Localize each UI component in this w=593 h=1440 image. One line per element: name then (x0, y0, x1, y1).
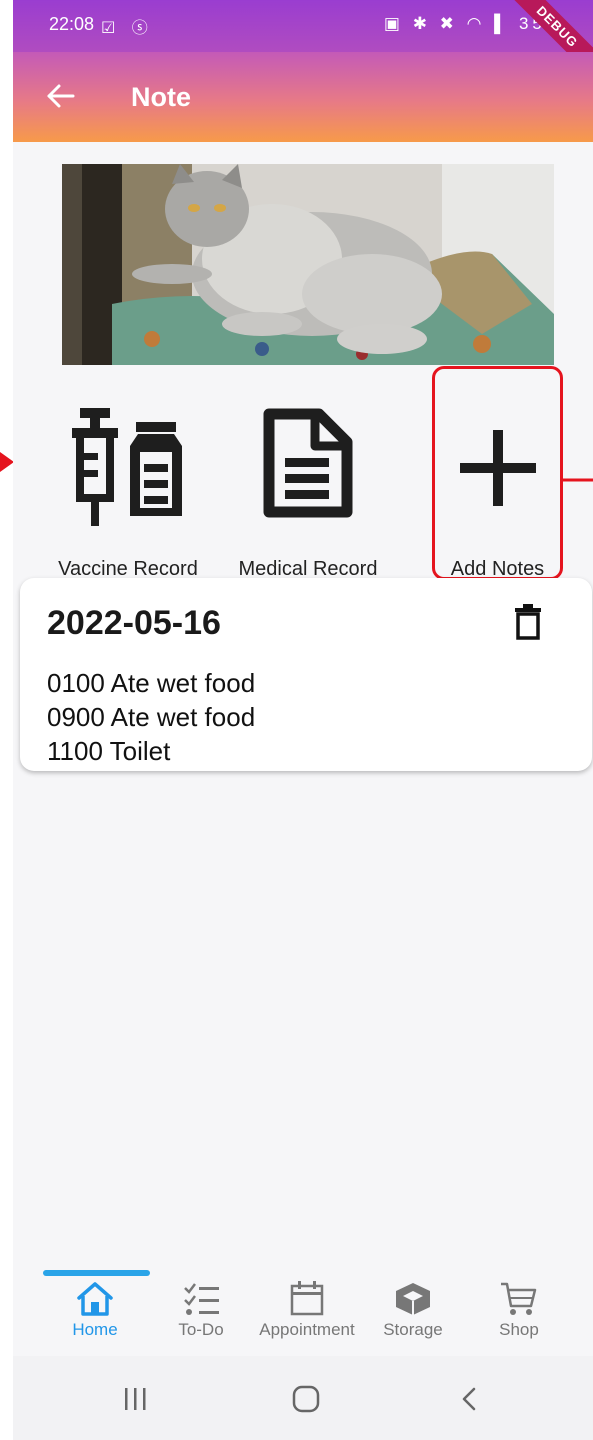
trash-icon[interactable] (514, 604, 542, 640)
back-arrow-icon[interactable] (41, 76, 81, 116)
bottom-navigation: Home To-Do Appointment Storage Shop (13, 1266, 593, 1356)
box-icon (396, 1283, 430, 1315)
document-icon (263, 408, 353, 518)
nav-active-indicator (43, 1270, 150, 1276)
note-date: 2022-05-16 (47, 604, 221, 642)
cart-icon (501, 1282, 537, 1315)
right-annotation-line (563, 478, 593, 482)
nav-item-storage[interactable]: Storage (358, 1280, 468, 1340)
status-bar: 22:08 ☑ ⓢ ▣ ✱ ✖ ◠ ▌ 35% DEBUG (13, 0, 593, 85)
status-time: 22:08 (49, 14, 95, 34)
checklist-icon (184, 1283, 219, 1315)
home-button-icon[interactable] (291, 1384, 321, 1414)
recent-apps-icon[interactable] (123, 1386, 147, 1412)
add-notes-highlight-box (432, 366, 563, 580)
nav-label-appointment: Appointment (259, 1320, 355, 1339)
nav-item-appointment[interactable]: Appointment (252, 1280, 362, 1340)
status-notification-icons: ☑ ⓢ (101, 20, 154, 37)
nav-item-home[interactable]: Home (40, 1280, 150, 1340)
note-line: 0100 Ate wet food (47, 668, 256, 698)
vaccine-record-button[interactable]: Vaccine Record (40, 378, 216, 580)
pet-photo (62, 164, 554, 365)
note-line: 0900 Ate wet food (47, 702, 256, 732)
status-system-icons: ▣ ✱ ✖ ◠ ▌ (383, 14, 511, 33)
nav-item-shop[interactable]: Shop (464, 1280, 574, 1340)
system-navigation-bar (13, 1356, 593, 1440)
nav-label-storage: Storage (383, 1320, 443, 1339)
note-card[interactable]: 2022-05-16 0100 Ate wet food 0900 Ate we… (20, 578, 592, 771)
nav-item-todo[interactable]: To-Do (146, 1280, 256, 1340)
calendar-icon (290, 1281, 324, 1316)
medical-record-button[interactable]: Medical Record (223, 378, 393, 580)
page-title: Note (131, 82, 191, 112)
nav-label-shop: Shop (499, 1320, 539, 1339)
app-bar: Note (13, 52, 593, 142)
system-back-icon[interactable] (459, 1386, 479, 1412)
note-line: 1100 Toilet (47, 736, 171, 766)
left-annotation-arrow (0, 452, 14, 472)
home-icon (77, 1282, 113, 1316)
vaccine-icon (72, 408, 182, 526)
nav-label-home: Home (72, 1320, 118, 1339)
note-lines: 0100 Ate wet food 0900 Ate wet food 1100… (47, 666, 255, 768)
phone-screen: 22:08 ☑ ⓢ ▣ ✱ ✖ ◠ ▌ 35% DEBUG Note (13, 0, 593, 1440)
nav-label-todo: To-Do (178, 1320, 224, 1339)
